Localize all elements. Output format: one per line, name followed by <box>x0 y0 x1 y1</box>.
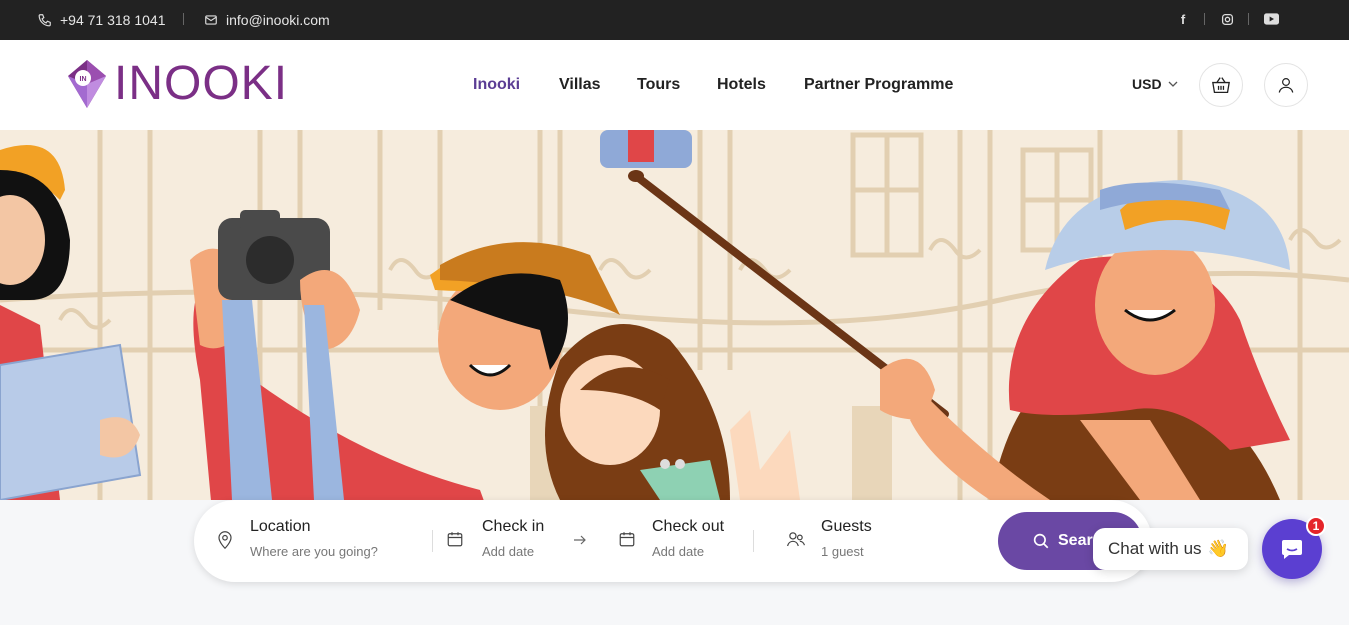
divider <box>1248 13 1249 25</box>
calendar-icon <box>619 532 635 547</box>
logo-text: INOOKI <box>114 57 289 110</box>
logo-mark-icon: IN <box>68 60 106 108</box>
chat-icon <box>1282 540 1302 559</box>
location-field[interactable]: Location Where are you going? <box>250 518 378 559</box>
svg-text:IN: IN <box>80 76 87 83</box>
youtube-icon[interactable] <box>1263 11 1279 27</box>
travelers-illustration <box>0 130 1349 500</box>
check-in-label: Check in <box>482 518 545 535</box>
chevron-down-icon <box>1168 81 1178 87</box>
guests-label: Guests <box>821 518 872 535</box>
search-bar: Location Where are you going? Check in A… <box>194 500 1152 582</box>
phone-icon <box>38 14 51 27</box>
email-contact[interactable]: info@inooki.com <box>204 12 330 28</box>
nav-partner-programme[interactable]: Partner Programme <box>804 76 953 94</box>
currency-selector[interactable]: USD <box>1132 76 1178 92</box>
divider <box>183 13 184 25</box>
basket-icon <box>1212 77 1230 94</box>
user-icon <box>1278 78 1294 93</box>
chat-unread-badge: 1 <box>1306 516 1326 536</box>
nav-tours[interactable]: Tours <box>637 76 680 94</box>
divider <box>1204 13 1205 25</box>
cart-button[interactable] <box>1199 63 1243 107</box>
nav-inooki[interactable]: Inooki <box>473 76 520 94</box>
check-out-label: Check out <box>652 518 725 535</box>
arrow-right-icon <box>574 535 586 545</box>
instagram-icon[interactable] <box>1219 11 1235 27</box>
chat-prompt-bubble[interactable]: Chat with us 👋 <box>1093 528 1248 570</box>
mail-icon <box>205 15 217 25</box>
guests-value: 1 guest <box>821 544 864 559</box>
currency-value: USD <box>1132 76 1162 92</box>
search-icon <box>1033 533 1049 549</box>
site-logo[interactable]: IN INOOKI <box>66 58 288 110</box>
check-out-value: Add date <box>652 544 705 559</box>
wave-emoji-icon: 👋 <box>1207 539 1229 558</box>
hero-banner <box>0 130 1349 500</box>
nav-villas[interactable]: Villas <box>559 76 601 94</box>
check-in-value: Add date <box>482 544 535 559</box>
phone-number: +94 71 318 1041 <box>60 12 166 28</box>
chat-prompt-text: Chat with us <box>1108 539 1202 558</box>
divider <box>753 530 754 552</box>
facebook-icon[interactable]: f <box>1175 11 1191 27</box>
divider <box>432 530 433 552</box>
guests-field[interactable]: Guests 1 guest <box>821 518 872 559</box>
check-in-field[interactable]: Check in Add date <box>482 518 544 559</box>
check-out-field[interactable]: Check out Add date <box>652 518 724 559</box>
calendar-icon <box>447 532 463 547</box>
location-input[interactable]: Where are you going? <box>250 544 378 559</box>
phone-contact[interactable]: +94 71 318 1041 <box>38 12 166 28</box>
email-address: info@inooki.com <box>226 12 330 28</box>
top-bar: +94 71 318 1041 info@inooki.com f <box>0 0 1349 40</box>
guests-icon <box>786 532 806 547</box>
account-button[interactable] <box>1264 63 1308 107</box>
location-label: Location <box>250 518 311 535</box>
main-header: IN INOOKI Inooki Villas Tours Hotels Par… <box>0 40 1349 130</box>
nav-hotels[interactable]: Hotels <box>717 76 766 94</box>
location-pin-icon <box>218 531 232 550</box>
